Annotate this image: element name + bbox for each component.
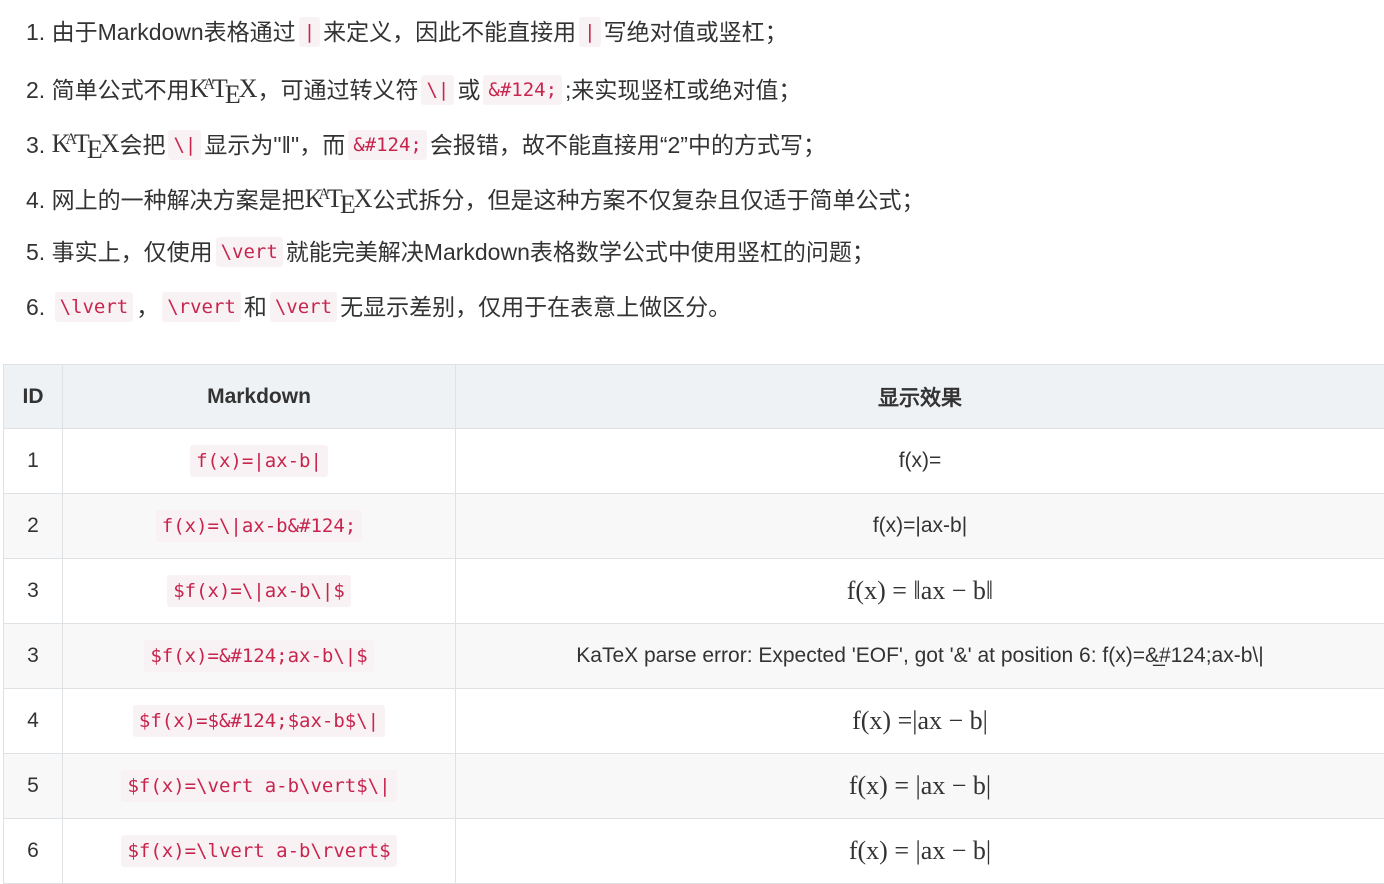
row-markdown: $f(x)=\|ax-b\|$ [63, 559, 456, 624]
rendered-formula: f(x) = |ax − b| [849, 836, 991, 865]
markdown-code: $f(x)=$&#124;$ax-b$\| [133, 705, 385, 737]
rendered-formula: f(x) = |ax − b| [849, 771, 991, 800]
row-result: KaTeX parse error: Expected 'EOF', got '… [456, 624, 1384, 689]
rendered-output: f(x)= [899, 449, 942, 472]
row-result: f(x) = ‖ax − b‖ [456, 559, 1384, 624]
table-row: 3 $f(x)=\|ax-b\|$ f(x) = ‖ax − b‖ [4, 559, 1384, 624]
table-row: 4 $f(x)=$&#124;$ax-b$\| f(x) =|ax − b| [4, 689, 1384, 754]
inline-code: &#124; [348, 130, 427, 160]
row-result: f(x)= [456, 429, 1384, 494]
inline-code: | [579, 17, 600, 47]
row-markdown: f(x)=|ax-b| [63, 429, 456, 494]
row-result: f(x) =|ax − b| [456, 689, 1384, 754]
note-number: 5. [26, 239, 45, 265]
row-id: 2 [4, 494, 63, 559]
note-text: 会报错，故不能直接用“2”中的方式写； [430, 132, 826, 158]
rendered-formula: f(x) = ‖ax − b‖ [847, 576, 993, 605]
header-result: 显示效果 [456, 365, 1384, 429]
note-text: 和 [244, 294, 267, 320]
note-text: 写绝对值或竖杠； [604, 19, 788, 45]
note-number: 2. [26, 77, 45, 103]
rendered-formula: f(x) =|ax − b| [852, 706, 988, 735]
table-row: 2 f(x)=\|ax-b&#124; f(x)=|ax-b| [4, 494, 1384, 559]
row-markdown: f(x)=\|ax-b&#124; [63, 494, 456, 559]
header-markdown: Markdown [63, 365, 456, 429]
note-text: ;来实现竖杠或绝对值； [565, 77, 801, 103]
note-text: 事实上，仅使用 [52, 239, 213, 265]
note-number: 6. [26, 294, 45, 320]
row-result: f(x)=|ax-b| [456, 494, 1384, 559]
table-row: 5 $f(x)=\vert a-b\vert$\| f(x) = |ax − b… [4, 754, 1384, 819]
markdown-code: $f(x)=&#124;ax-b\|$ [144, 640, 373, 672]
note-text: 会把 [119, 132, 165, 158]
note-text: 网上的一种解决方案是把 [52, 187, 305, 213]
inline-code: \| [168, 130, 201, 160]
note-6: 6. \lvert，\rvert和\vert无显示差别，仅用于在表意上做区分。 [26, 277, 1366, 332]
inline-code: \lvert [55, 292, 134, 322]
row-result: f(x) = |ax − b| [456, 819, 1384, 884]
markdown-code: $f(x)=\vert a-b\vert$\| [121, 770, 396, 802]
table-row: 3 $f(x)=&#124;ax-b\|$ KaTeX parse error:… [4, 624, 1384, 689]
note-text: 显示为"‖"，而 [204, 132, 345, 158]
row-result: f(x) = |ax − b| [456, 754, 1384, 819]
katex-logo: KATEX [190, 74, 258, 103]
note-number: 4. [26, 187, 45, 213]
note-text: 由于Markdown表格通过 [52, 19, 296, 45]
row-id: 6 [4, 819, 63, 884]
inline-code: \vert [216, 237, 283, 267]
note-text: 或 [457, 77, 480, 103]
row-markdown: $f(x)=\vert a-b\vert$\| [63, 754, 456, 819]
results-table: ID Markdown 显示效果 1 f(x)=|ax-b| f(x)= 2 f… [3, 364, 1384, 884]
katex-error-message: KaTeX parse error: Expected 'EOF', got '… [576, 644, 1263, 667]
inline-code: \vert [270, 292, 337, 322]
note-text: ，可通过转义符 [257, 77, 418, 103]
note-number: 1. [26, 19, 45, 45]
row-id: 1 [4, 429, 63, 494]
row-id: 3 [4, 624, 63, 689]
markdown-code: $f(x)=\lvert a-b\rvert$ [121, 835, 396, 867]
inline-code: \rvert [162, 292, 241, 322]
notes-list: 1. 由于Markdown表格通过|来定义，因此不能直接用|写绝对值或竖杠； 2… [26, 0, 1366, 332]
markdown-code: $f(x)=\|ax-b\|$ [167, 575, 351, 607]
note-4: 4. 网上的一种解决方案是把KATEX公式拆分，但是这种方案不仅复杂且仅适于简单… [26, 167, 1366, 222]
row-id: 3 [4, 559, 63, 624]
row-id: 4 [4, 689, 63, 754]
row-markdown: $f(x)=&#124;ax-b\|$ [63, 624, 456, 689]
note-text: 公式拆分，但是这种方案不仅复杂且仅适于简单公式； [372, 187, 924, 213]
header-id: ID [4, 365, 63, 429]
row-markdown: $f(x)=\lvert a-b\rvert$ [63, 819, 456, 884]
inline-code: \| [421, 75, 454, 105]
table-row: 1 f(x)=|ax-b| f(x)= [4, 429, 1384, 494]
row-markdown: $f(x)=$&#124;$ax-b$\| [63, 689, 456, 754]
katex-logo: KATEX [305, 184, 373, 213]
note-2: 2. 简单公式不用KATEX，可通过转义符\|或&#124;;来实现竖杠或绝对值… [26, 57, 1366, 112]
markdown-code: f(x)=|ax-b| [190, 445, 328, 477]
markdown-code: f(x)=\|ax-b&#124; [156, 510, 362, 542]
note-number: 3. [26, 132, 45, 158]
note-text: 就能完美解决Markdown表格数学公式中使用竖杠的问题； [286, 239, 875, 265]
inline-code: &#124; [483, 75, 562, 105]
katex-logo: KATEX [52, 129, 120, 158]
note-text: ， [136, 294, 159, 320]
table-row: 6 $f(x)=\lvert a-b\rvert$ f(x) = |ax − b… [4, 819, 1384, 884]
rendered-output: f(x)=|ax-b| [873, 514, 967, 537]
inline-code: | [299, 17, 320, 47]
table-header-row: ID Markdown 显示效果 [4, 365, 1384, 429]
note-text: 简单公式不用 [52, 77, 190, 103]
note-3: 3. KATEX会把\|显示为"‖"，而&#124;会报错，故不能直接用“2”中… [26, 112, 1366, 167]
note-text: 无显示差别，仅用于在表意上做区分。 [340, 294, 731, 320]
note-1: 1. 由于Markdown表格通过|来定义，因此不能直接用|写绝对值或竖杠； [26, 2, 1366, 57]
note-text: 来定义，因此不能直接用 [323, 19, 576, 45]
row-id: 5 [4, 754, 63, 819]
note-5: 5. 事实上，仅使用\vert就能完美解决Markdown表格数学公式中使用竖杠… [26, 222, 1366, 277]
